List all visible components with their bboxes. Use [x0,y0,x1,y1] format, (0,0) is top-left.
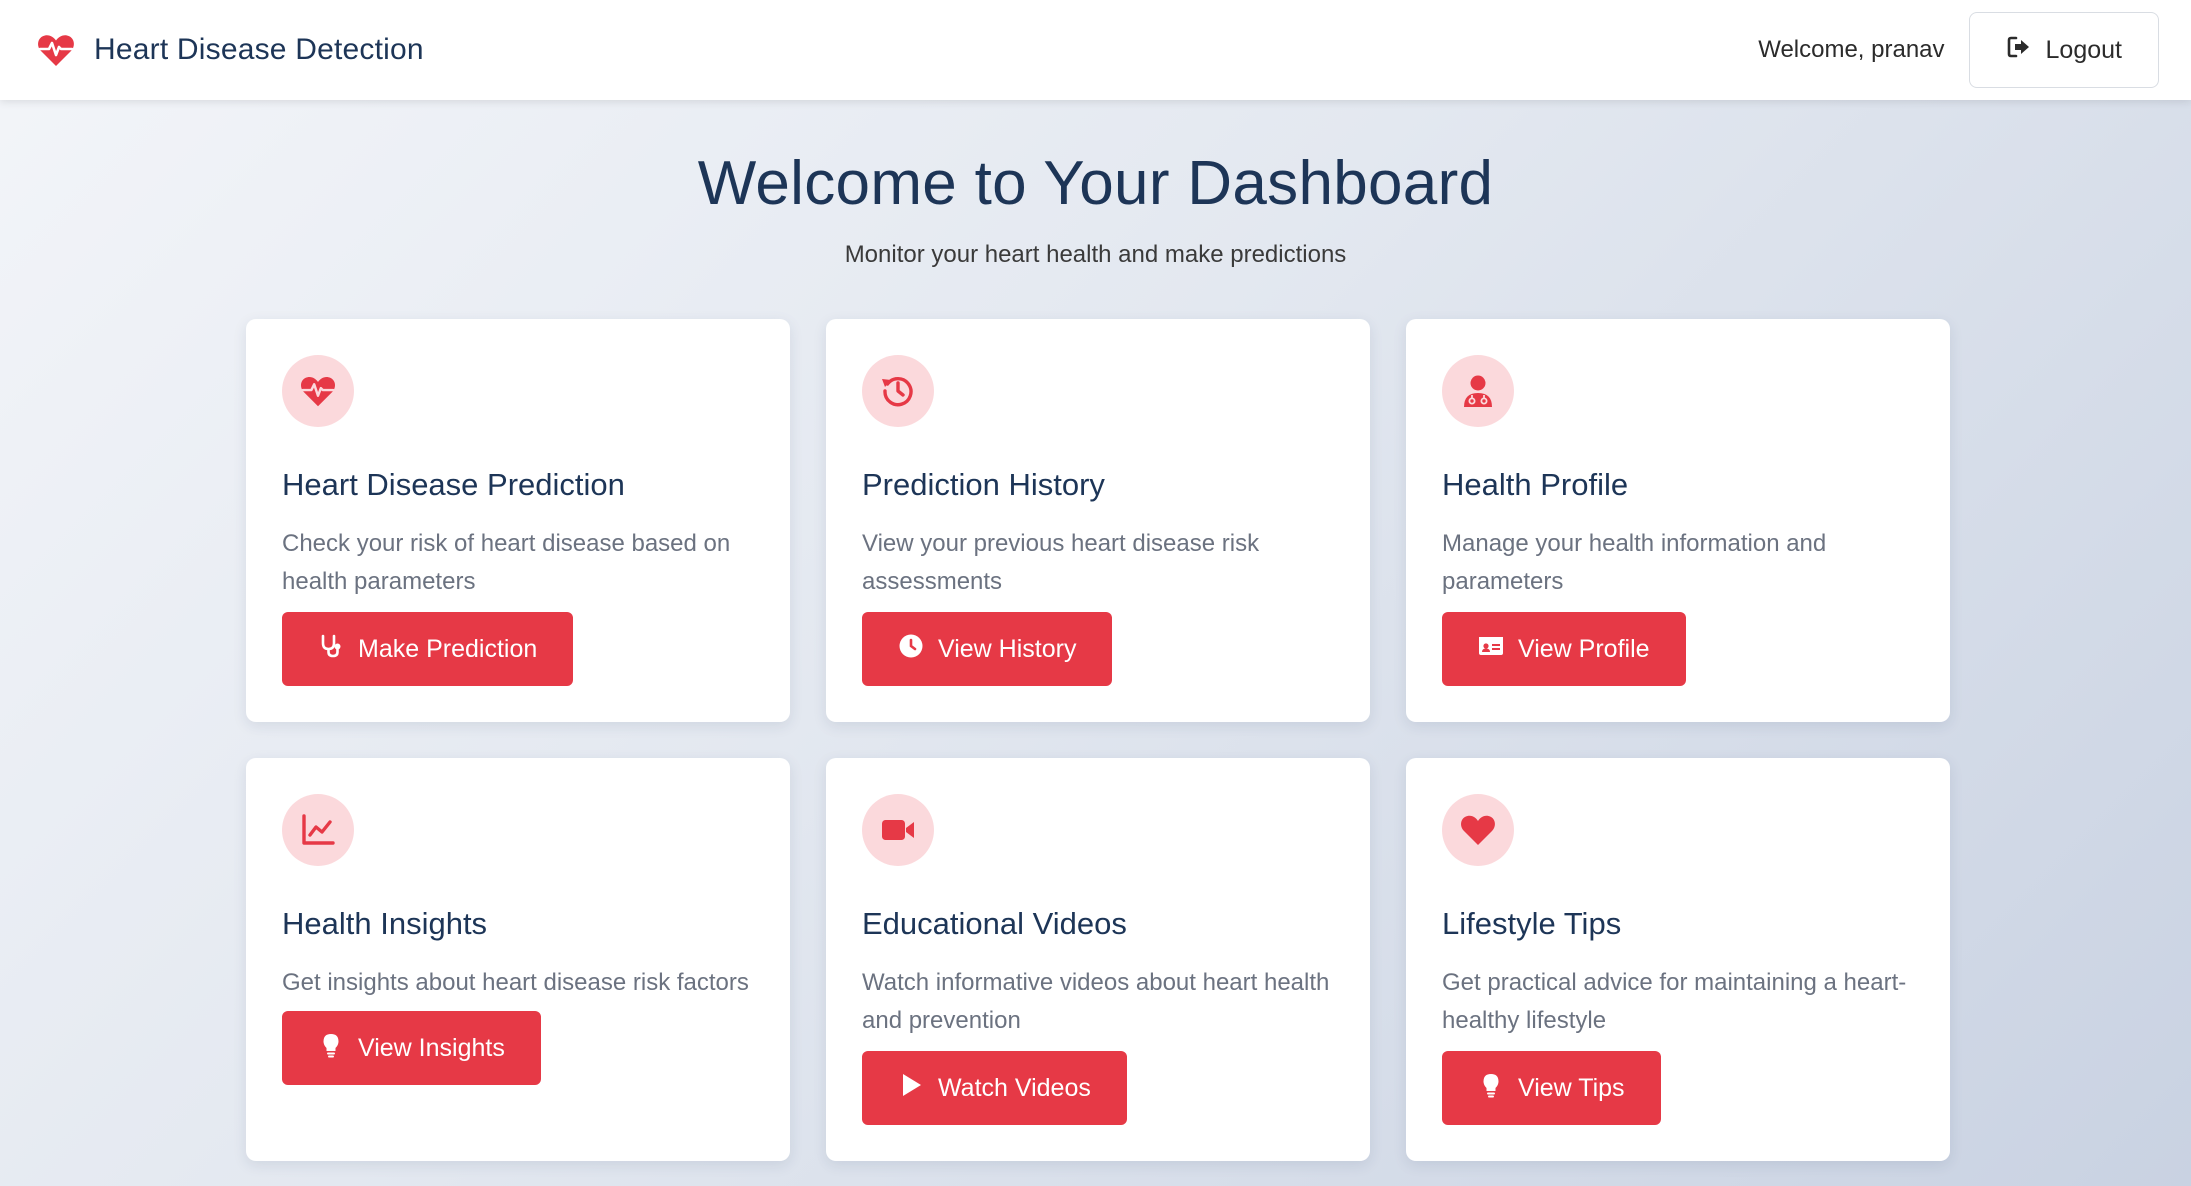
brand[interactable]: Heart Disease Detection [36,30,424,70]
id-card-icon [1478,633,1504,666]
card-description: Get practical advice for maintaining a h… [1442,969,1907,1034]
button-label: Make Prediction [358,634,538,663]
button-label: Watch Videos [938,1073,1091,1102]
user-doctor-icon [1442,355,1514,427]
view-profile-button[interactable]: View Profile [1442,612,1686,686]
card-lifestyle-tips: Lifestyle Tips Get practical advice for … [1406,758,1950,1161]
play-icon [898,1072,924,1105]
card-description: Watch informative videos about heart hea… [862,969,1330,1034]
card-title: Educational Videos [862,906,1127,941]
sign-out-icon [2006,34,2032,67]
card-description: Manage your health information and param… [1442,530,1827,595]
card-prediction-history: Prediction History View your previous he… [826,319,1370,722]
card-description: Get insights about heart disease risk fa… [282,969,749,996]
card-health-insights: Health Insights Get insights about heart… [246,758,790,1161]
card-description: Check your risk of heart disease based o… [282,530,731,595]
brand-title: Heart Disease Detection [94,33,424,66]
make-prediction-button[interactable]: Make Prediction [282,612,574,686]
chart-line-icon [282,794,354,866]
button-label: View Tips [1518,1073,1625,1102]
view-tips-button[interactable]: View Tips [1442,1051,1661,1125]
heart-icon [1442,794,1514,866]
lightbulb-icon [1478,1072,1504,1105]
button-label: View History [938,634,1077,663]
feature-grid: Heart Disease Prediction Check your risk… [246,319,1950,1161]
video-icon [862,794,934,866]
stethoscope-icon [318,633,344,666]
card-description: View your previous heart disease risk as… [862,530,1260,595]
heart-pulse-icon [36,30,76,70]
logout-button[interactable]: Logout [1968,12,2159,88]
navbar: Heart Disease Detection Welcome, pranav … [0,0,2191,100]
welcome-text: Welcome, pranav [1758,36,1945,63]
clock-icon [898,633,924,666]
watch-videos-button[interactable]: Watch Videos [862,1051,1127,1125]
card-title: Lifestyle Tips [1442,906,1622,941]
button-label: View Profile [1518,634,1650,663]
card-title: Health Insights [282,906,488,941]
button-label: View Insights [358,1033,505,1062]
view-history-button[interactable]: View History [862,612,1113,686]
card-title: Prediction History [862,467,1105,502]
dashboard-header: Welcome to Your Dashboard Monitor your h… [0,148,2191,269]
card-title: Health Profile [1442,467,1629,502]
lightbulb-icon [318,1032,344,1065]
card-educational-videos: Educational Videos Watch informative vid… [826,758,1370,1161]
heart-pulse-icon [282,355,354,427]
card-heart-disease-prediction: Heart Disease Prediction Check your risk… [246,319,790,722]
card-title: Heart Disease Prediction [282,467,625,502]
page-subtitle: Monitor your heart health and make predi… [844,241,1347,268]
card-health-profile: Health Profile Manage your health inform… [1406,319,1950,722]
nav-right: Welcome, pranav Logout [1758,12,2159,88]
page-title: Welcome to Your Dashboard [697,149,1494,218]
view-insights-button[interactable]: View Insights [282,1011,541,1085]
logout-label: Logout [2045,35,2122,64]
history-icon [862,355,934,427]
